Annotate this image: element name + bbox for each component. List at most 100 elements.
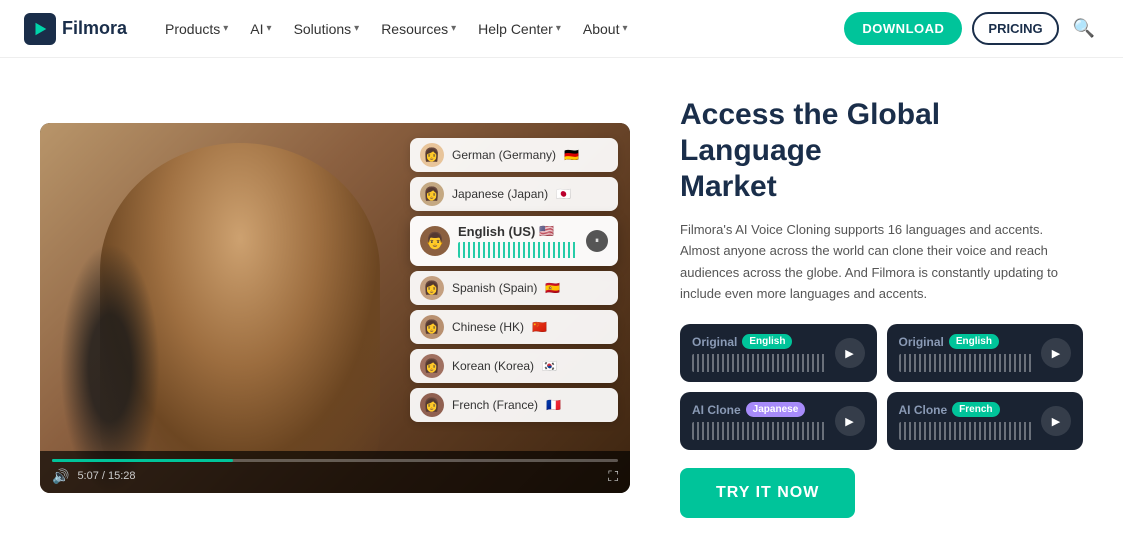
progress-bar[interactable] xyxy=(52,459,618,462)
title-line1: Access the Global Language xyxy=(680,98,940,167)
waveform-original-1 xyxy=(692,354,827,372)
main-content: 👩 German (Germany) 🇩🇪 👩 Japanese (Japan)… xyxy=(0,58,1123,557)
waveform-original-2 xyxy=(899,354,1034,372)
lang-name-japanese: Japanese (Japan) xyxy=(452,187,548,201)
waveform-clone-french xyxy=(899,422,1034,440)
lang-name-chinese: Chinese (HK) xyxy=(452,320,524,334)
nav-item-ai[interactable]: AI ▾ xyxy=(240,15,281,43)
filmora-logo-icon xyxy=(24,13,56,45)
audio-card-original-1: Original English ▶ xyxy=(680,324,877,382)
badge-japanese: Japanese xyxy=(746,402,806,417)
section-description: Filmora's AI Voice Cloning supports 16 l… xyxy=(680,219,1080,305)
search-button[interactable]: 🔍 xyxy=(1069,14,1099,43)
navbar: Filmora Products ▾ AI ▾ Solutions ▾ Reso… xyxy=(0,0,1123,58)
video-container: 👩 German (Germany) 🇩🇪 👩 Japanese (Japan)… xyxy=(40,123,630,493)
lang-name-spanish: Spanish (Spain) xyxy=(452,281,537,295)
lang-name-german: German (Germany) xyxy=(452,148,556,162)
lang-card-german: 👩 German (Germany) 🇩🇪 xyxy=(410,138,618,172)
title-line2: Market xyxy=(680,170,777,203)
flag-spanish: 🇪🇸 xyxy=(545,281,560,295)
lang-card-english-active: 👨 English (US) 🇺🇸 ⏸ xyxy=(410,216,618,266)
nav-item-resources[interactable]: Resources ▾ xyxy=(371,15,466,43)
nav-label-solutions: Solutions xyxy=(294,21,352,37)
chevron-down-icon-help: ▾ xyxy=(556,23,561,34)
chevron-down-icon-resources: ▾ xyxy=(451,23,456,34)
waveform-english xyxy=(458,242,578,258)
flag-korean: 🇰🇷 xyxy=(542,359,557,373)
play-button-french[interactable]: ▶ xyxy=(1041,406,1071,436)
lang-card-chinese: 👩 Chinese (HK) 🇨🇳 xyxy=(410,310,618,344)
waveform-clone-japanese xyxy=(692,422,827,440)
progress-fill xyxy=(52,459,233,462)
lang-card-korean: 👩 Korean (Korea) 🇰🇷 xyxy=(410,349,618,383)
play-button-2[interactable]: ▶ xyxy=(1041,338,1071,368)
video-timestamp: 5:07 / 15:28 xyxy=(77,470,135,482)
avatar-german: 👩 xyxy=(420,143,444,167)
label-type-original-1: Original xyxy=(692,335,737,349)
nav-item-about[interactable]: About ▾ xyxy=(573,15,638,43)
audio-card-info-french: AI Clone French xyxy=(899,402,1034,440)
audio-card-original-2: Original English ▶ xyxy=(887,324,1084,382)
audio-card-info-japanese: AI Clone Japanese xyxy=(692,402,827,440)
lang-card-japanese: 👩 Japanese (Japan) 🇯🇵 xyxy=(410,177,618,211)
logo-text: Filmora xyxy=(62,18,127,39)
play-button-1[interactable]: ▶ xyxy=(835,338,865,368)
nav-item-products[interactable]: Products ▾ xyxy=(155,15,238,43)
flag-chinese: 🇨🇳 xyxy=(532,320,547,334)
avatar-french: 👩 xyxy=(420,393,444,417)
lang-name-french: French (France) xyxy=(452,398,538,412)
video-controls-bar: 🔊 5:07 / 15:28 ⛶ xyxy=(40,451,630,493)
chevron-down-icon-solutions: ▾ xyxy=(354,23,359,34)
pricing-button[interactable]: PRICING xyxy=(972,12,1058,45)
section-title: Access the Global Language Market xyxy=(680,97,1083,205)
badge-french: French xyxy=(952,402,999,417)
avatar-korean: 👩 xyxy=(420,354,444,378)
volume-icon[interactable]: 🔊 xyxy=(52,468,69,485)
chevron-down-icon-about: ▾ xyxy=(622,23,627,34)
audio-card-info-1: Original English xyxy=(692,334,827,372)
flag-german: 🇩🇪 xyxy=(564,148,579,162)
label-type-ai-clone-french: AI Clone xyxy=(899,403,948,417)
english-info: English (US) 🇺🇸 xyxy=(458,224,578,258)
lang-card-french: 👩 French (France) 🇫🇷 xyxy=(410,388,618,422)
nav-label-resources: Resources xyxy=(381,21,448,37)
nav-items-container: Products ▾ AI ▾ Solutions ▾ Resources ▾ … xyxy=(155,15,844,43)
search-icon: 🔍 xyxy=(1073,18,1095,38)
try-it-now-button[interactable]: TRY IT NOW xyxy=(680,468,855,518)
audio-card-info-2: Original English xyxy=(899,334,1034,372)
nav-label-ai: AI xyxy=(250,21,263,37)
logo-area[interactable]: Filmora xyxy=(24,13,127,45)
badge-english-2: English xyxy=(949,334,999,349)
audio-card-clone-japanese: AI Clone Japanese ▶ xyxy=(680,392,877,450)
chevron-down-icon-ai: ▾ xyxy=(267,23,272,34)
flag-french: 🇫🇷 xyxy=(546,398,561,412)
lang-card-spanish: 👩 Spanish (Spain) 🇪🇸 xyxy=(410,271,618,305)
avatar-chinese: 👩 xyxy=(420,315,444,339)
nav-label-products: Products xyxy=(165,21,220,37)
video-section: 👩 German (Germany) 🇩🇪 👩 Japanese (Japan)… xyxy=(40,123,630,493)
avatar-japanese: 👩 xyxy=(420,182,444,206)
nav-actions: DOWNLOAD PRICING 🔍 xyxy=(844,12,1099,45)
nav-label-about: About xyxy=(583,21,620,37)
fullscreen-icon[interactable]: ⛶ xyxy=(608,468,618,485)
avatar-english: 👨 xyxy=(420,226,450,256)
avatar-spanish: 👩 xyxy=(420,276,444,300)
audio-cards-grid: Original English ▶ Original English xyxy=(680,324,1083,450)
chevron-down-icon: ▾ xyxy=(223,23,228,34)
download-button[interactable]: DOWNLOAD xyxy=(844,12,962,45)
flag-english: 🇺🇸 xyxy=(539,224,554,238)
nav-item-helpcenter[interactable]: Help Center ▾ xyxy=(468,15,571,43)
audio-card-clone-french: AI Clone French ▶ xyxy=(887,392,1084,450)
controls-row: 🔊 5:07 / 15:28 ⛶ xyxy=(52,468,618,485)
badge-english-1: English xyxy=(742,334,792,349)
nav-label-helpcenter: Help Center xyxy=(478,21,553,37)
language-cards: 👩 German (Germany) 🇩🇪 👩 Japanese (Japan)… xyxy=(410,138,618,422)
play-button-japanese[interactable]: ▶ xyxy=(835,406,865,436)
lang-name-korean: Korean (Korea) xyxy=(452,359,534,373)
flag-japanese: 🇯🇵 xyxy=(556,187,571,201)
nav-item-solutions[interactable]: Solutions ▾ xyxy=(284,15,370,43)
pause-button[interactable]: ⏸ xyxy=(586,230,608,252)
lang-name-english: English (US) xyxy=(458,224,535,239)
right-section: Access the Global Language Market Filmor… xyxy=(680,97,1083,519)
label-type-original-2: Original xyxy=(899,335,944,349)
